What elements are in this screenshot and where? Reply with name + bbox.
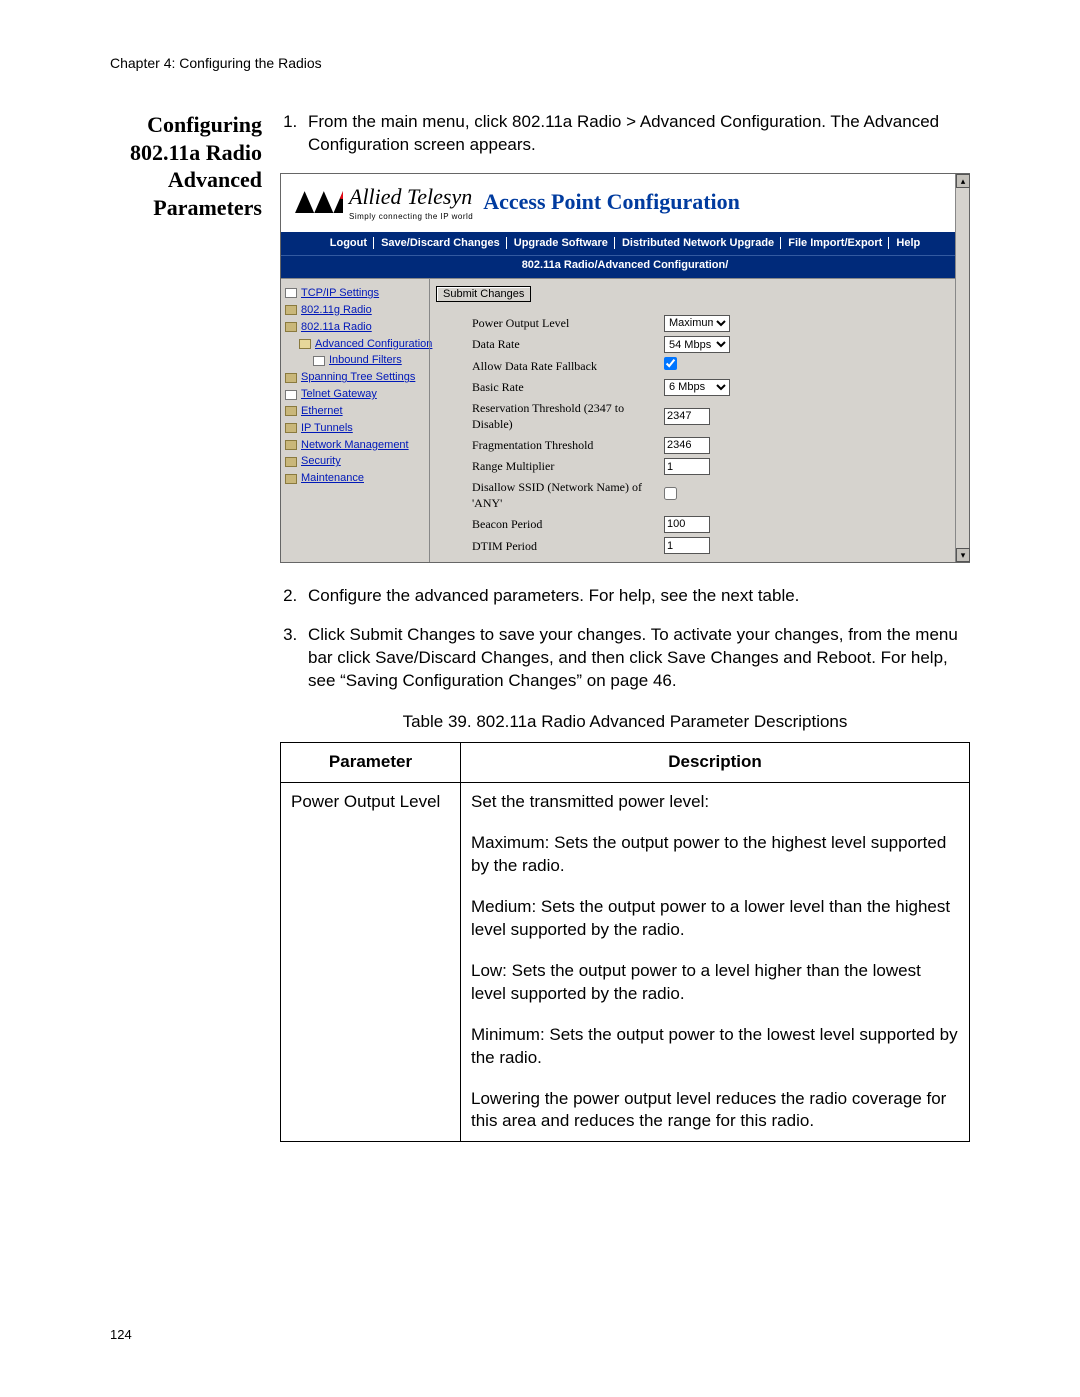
nav-80211g[interactable]: 802.11g Radio	[285, 302, 425, 319]
step-1: From the main menu, click 802.11a Radio …	[302, 111, 970, 157]
disallow-ssid-checkbox[interactable]	[664, 487, 677, 500]
submit-changes-button[interactable]: Submit Changes	[436, 286, 531, 302]
nav-ethernet[interactable]: Ethernet	[285, 403, 425, 420]
nav-network-mgmt[interactable]: Network Management	[285, 437, 425, 454]
scroll-down-icon[interactable]: ▾	[956, 548, 970, 562]
label-reservation: Reservation Threshold (2347 to Disable)	[436, 400, 664, 432]
page-icon	[313, 356, 325, 366]
folder-icon	[285, 474, 297, 484]
nav-maintenance[interactable]: Maintenance	[285, 470, 425, 487]
cell-param: Power Output Level	[281, 783, 461, 1142]
th-parameter: Parameter	[281, 743, 461, 783]
heading-line: Parameters	[110, 194, 262, 222]
heading-line: 802.11a Radio	[110, 139, 262, 167]
nav-80211a[interactable]: 802.11a Radio	[285, 319, 425, 336]
heading-line: Advanced	[110, 166, 262, 194]
label-fragmentation: Fragmentation Threshold	[436, 437, 664, 453]
nav-inbound-filters[interactable]: Inbound Filters	[285, 352, 425, 369]
dtim-input[interactable]	[664, 537, 710, 554]
fragmentation-input[interactable]	[664, 437, 710, 454]
beacon-input[interactable]	[664, 516, 710, 533]
page-title: Access Point Configuration	[483, 187, 740, 217]
folder-open-icon	[299, 339, 311, 349]
menu-logout[interactable]: Logout	[330, 237, 374, 249]
desc-line: Lowering the power output level reduces …	[471, 1088, 959, 1134]
menu-bar: Logout Save/Discard Changes Upgrade Soft…	[281, 232, 969, 255]
nav-tcpip[interactable]: TCP/IP Settings	[285, 285, 425, 302]
chapter-header: Chapter 4: Configuring the Radios	[110, 55, 970, 71]
menu-save-discard[interactable]: Save/Discard Changes	[381, 237, 507, 249]
config-screenshot: ▴ ▾ Allied Telesyn Simply connecting the…	[280, 173, 970, 564]
page-icon	[285, 390, 297, 400]
allow-fallback-checkbox[interactable]	[664, 357, 677, 370]
parameter-table: Parameter Description Power Output Level…	[280, 742, 970, 1142]
menu-help[interactable]: Help	[896, 237, 920, 249]
label-range-mult: Range Multiplier	[436, 458, 664, 474]
heading-line: Configuring	[110, 111, 262, 139]
scroll-up-icon[interactable]: ▴	[956, 174, 970, 188]
menu-dist-upgrade[interactable]: Distributed Network Upgrade	[622, 237, 781, 249]
page-number: 124	[110, 1327, 132, 1342]
vendor-logo: Allied Telesyn Simply connecting the IP …	[295, 182, 473, 222]
instruction-list: From the main menu, click 802.11a Radio …	[280, 111, 970, 157]
folder-icon	[285, 406, 297, 416]
step-3: Click Submit Changes to save your change…	[302, 624, 970, 693]
th-description: Description	[461, 743, 970, 783]
instruction-list-cont: Configure the advanced parameters. For h…	[280, 585, 970, 693]
power-output-select[interactable]: Maximum	[664, 315, 730, 332]
folder-icon	[285, 457, 297, 467]
table-caption: Table 39. 802.11a Radio Advanced Paramet…	[280, 711, 970, 734]
desc-line: Set the transmitted power level:	[471, 791, 959, 814]
section-heading: Configuring 802.11a Radio Advanced Param…	[110, 111, 280, 221]
folder-icon	[285, 373, 297, 383]
menu-file-import-export[interactable]: File Import/Export	[788, 237, 889, 249]
desc-line: Minimum: Sets the output power to the lo…	[471, 1024, 959, 1070]
nav-telnet-gw[interactable]: Telnet Gateway	[285, 386, 425, 403]
config-form: Submit Changes Power Output Level Maximu…	[429, 279, 969, 562]
reservation-input[interactable]	[664, 408, 710, 425]
folder-icon	[285, 423, 297, 433]
cell-description: Set the transmitted power level: Maximum…	[461, 783, 970, 1142]
step-2: Configure the advanced parameters. For h…	[302, 585, 970, 608]
nav-advanced-config[interactable]: Advanced Configuration	[285, 336, 425, 353]
nav-spanning-tree[interactable]: Spanning Tree Settings	[285, 369, 425, 386]
nav-security[interactable]: Security	[285, 453, 425, 470]
data-rate-select[interactable]: 54 Mbps	[664, 336, 730, 353]
folder-icon	[285, 440, 297, 450]
range-mult-input[interactable]	[664, 458, 710, 475]
folder-icon	[285, 305, 297, 315]
menu-upgrade-software[interactable]: Upgrade Software	[514, 237, 615, 249]
sidebar-nav: TCP/IP Settings 802.11g Radio 802.11a Ra…	[281, 279, 429, 562]
desc-line: Maximum: Sets the output power to the hi…	[471, 832, 959, 878]
desc-line: Medium: Sets the output power to a lower…	[471, 896, 959, 942]
breadcrumb: 802.11a Radio/Advanced Configuration/	[281, 255, 969, 278]
label-beacon: Beacon Period	[436, 516, 664, 532]
nav-ip-tunnels[interactable]: IP Tunnels	[285, 420, 425, 437]
label-dtim: DTIM Period	[436, 538, 664, 554]
folder-icon	[285, 322, 297, 332]
label-allow-fallback: Allow Data Rate Fallback	[436, 358, 664, 374]
logo-mark-icon	[295, 191, 343, 213]
logo-text: Allied Telesyn	[349, 182, 473, 212]
label-data-rate: Data Rate	[436, 336, 664, 352]
page-icon	[285, 288, 297, 298]
desc-line: Low: Sets the output power to a level hi…	[471, 960, 959, 1006]
logo-subtext: Simply connecting the IP world	[349, 212, 473, 223]
scrollbar[interactable]: ▴ ▾	[955, 174, 969, 563]
table-row: Power Output Level Set the transmitted p…	[281, 783, 970, 1142]
label-basic-rate: Basic Rate	[436, 379, 664, 395]
label-disallow-ssid: Disallow SSID (Network Name) of 'ANY'	[436, 479, 664, 511]
basic-rate-select[interactable]: 6 Mbps	[664, 379, 730, 396]
label-power-output: Power Output Level	[436, 315, 664, 331]
